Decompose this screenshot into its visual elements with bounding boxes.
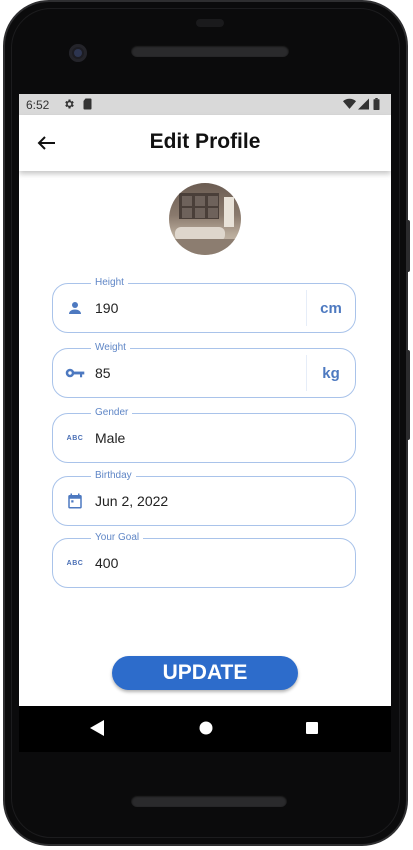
- sd-card-icon: [82, 98, 93, 113]
- abc-icon: ABC: [66, 559, 84, 567]
- abc-icon: ABC: [66, 434, 84, 442]
- battery-icon: [373, 98, 380, 113]
- gender-label: Gender: [91, 406, 133, 420]
- weight-field[interactable]: Weight 85 kg: [52, 341, 356, 398]
- weight-label: Weight: [91, 341, 130, 355]
- status-bar: 6:52: [19, 94, 391, 115]
- front-camera: [69, 44, 87, 62]
- avatar[interactable]: [169, 183, 241, 255]
- status-time: 6:52: [26, 98, 50, 112]
- birthday-label: Birthday: [91, 469, 136, 483]
- bottom-speaker: [131, 795, 287, 807]
- key-icon: [65, 363, 85, 383]
- app-screen: 6:52 Edit Profile Height 190 cm Weight 8…: [19, 94, 391, 706]
- top-speaker: [131, 45, 289, 57]
- volume-button: [406, 350, 410, 440]
- update-button[interactable]: UPDATE: [112, 656, 298, 690]
- height-label: Height: [91, 276, 128, 290]
- weight-unit: kg: [306, 355, 355, 391]
- birthday-field[interactable]: Birthday Jun 2, 2022: [52, 469, 356, 526]
- goal-label: Your Goal: [91, 531, 144, 545]
- settings-icon: [63, 98, 75, 113]
- goal-field[interactable]: Your Goal ABC 400: [52, 531, 356, 588]
- nav-home-icon[interactable]: [199, 720, 213, 741]
- signal-icon: [358, 98, 369, 113]
- app-bar: Edit Profile: [19, 115, 391, 171]
- weight-value: 85: [95, 365, 111, 381]
- gender-field[interactable]: Gender ABC Male: [52, 406, 356, 463]
- height-unit: cm: [306, 290, 355, 326]
- page-title: Edit Profile: [149, 130, 261, 153]
- nav-back-icon[interactable]: [90, 720, 104, 741]
- height-field[interactable]: Height 190 cm: [52, 276, 356, 333]
- nav-recents-icon[interactable]: [305, 720, 319, 741]
- earpiece: [196, 19, 224, 27]
- goal-value: 400: [95, 555, 119, 571]
- height-value: 190: [95, 300, 119, 316]
- birthday-value: Jun 2, 2022: [95, 493, 169, 509]
- gender-value: Male: [95, 430, 126, 446]
- wifi-icon: [343, 98, 356, 113]
- power-button: [406, 220, 410, 272]
- person-icon: [65, 298, 85, 318]
- calendar-icon: [65, 491, 85, 511]
- navigation-bar: [19, 706, 391, 752]
